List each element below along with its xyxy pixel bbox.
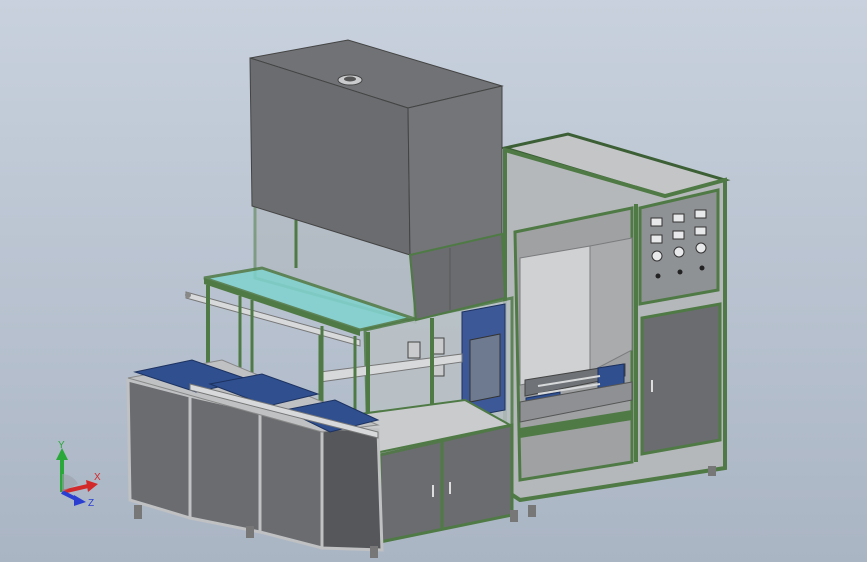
inner-side-plate xyxy=(589,237,633,373)
foot-center xyxy=(510,510,518,522)
machine-assembly-model[interactable] xyxy=(0,0,867,562)
knob-2 xyxy=(673,246,685,258)
rod-end xyxy=(185,292,191,298)
x-axis-label: X xyxy=(94,472,101,483)
hopper-side xyxy=(407,85,503,256)
table-mid-front xyxy=(188,394,262,534)
button-1 xyxy=(655,273,661,279)
table-right-side xyxy=(320,426,384,552)
button-3 xyxy=(699,265,705,271)
foot-right-1 xyxy=(708,466,716,476)
meter-2 xyxy=(672,213,685,223)
foot-left-3 xyxy=(246,526,254,538)
table-left-front xyxy=(126,378,192,521)
button-2 xyxy=(677,269,683,275)
cabinet-door xyxy=(640,302,722,456)
foot-right-2 xyxy=(528,505,536,517)
cad-graphics-viewport[interactable]: Y X Z xyxy=(0,0,867,562)
foot-left-1 xyxy=(134,505,142,519)
meter-5 xyxy=(672,230,685,240)
z-axis-head xyxy=(74,495,86,506)
meter-6 xyxy=(694,226,707,236)
coordinate-triad: Y X Z xyxy=(56,440,101,509)
knob-1 xyxy=(651,250,663,262)
y-axis-label: Y xyxy=(58,440,65,451)
fitting-1 xyxy=(407,341,421,359)
knob-3 xyxy=(695,242,707,254)
right-electrical-cabinet[interactable] xyxy=(499,132,731,517)
z-axis-label: Z xyxy=(88,498,94,509)
inner-back-plate xyxy=(519,245,591,386)
actuator-inner xyxy=(469,333,501,403)
foot-left-2 xyxy=(370,546,378,558)
hopper-port-hole xyxy=(344,76,356,82)
left-feed-table[interactable] xyxy=(126,359,384,558)
table-right-front xyxy=(258,410,324,550)
meter-3 xyxy=(694,209,707,219)
meter-4 xyxy=(650,234,663,244)
meter-1 xyxy=(650,217,663,227)
